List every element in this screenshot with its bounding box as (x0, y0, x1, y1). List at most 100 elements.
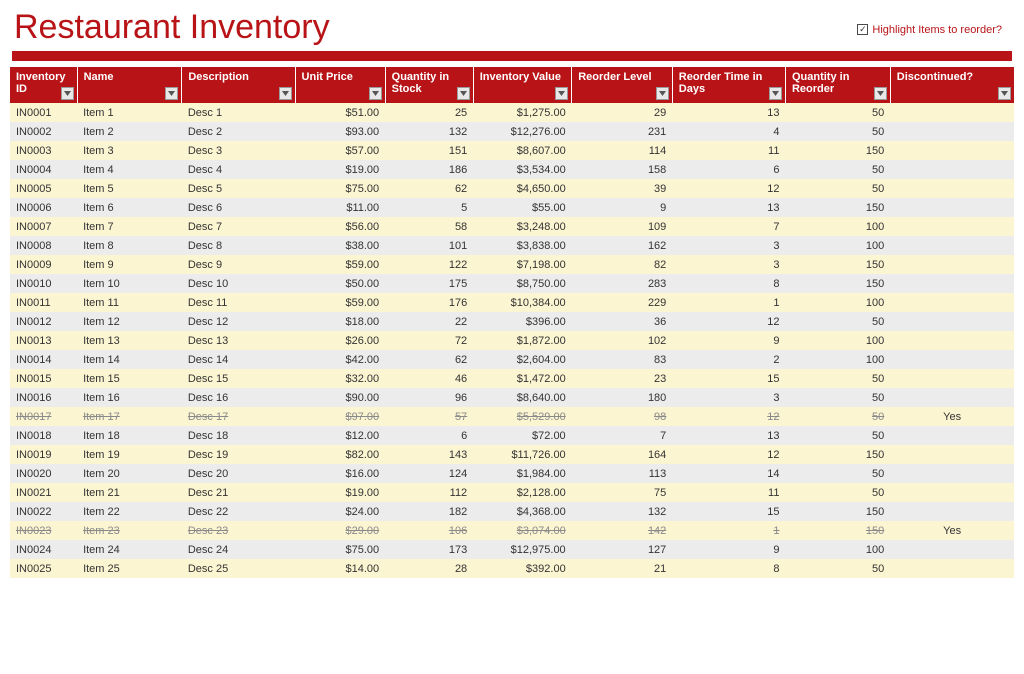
cell-rl: 75 (572, 483, 673, 502)
cell-desc: Desc 2 (182, 122, 295, 141)
table-row[interactable]: IN0016Item 16Desc 16$90.0096$8,640.00180… (10, 388, 1014, 407)
cell-desc: Desc 13 (182, 331, 295, 350)
cell-rt: 13 (672, 103, 785, 122)
cell-name: Item 19 (77, 445, 182, 464)
cell-iv: $7,198.00 (473, 255, 572, 274)
cell-iv: $2,604.00 (473, 350, 572, 369)
cell-desc: Desc 9 (182, 255, 295, 274)
cell-desc: Desc 20 (182, 464, 295, 483)
filter-dropdown-icon[interactable] (165, 87, 178, 100)
table-row[interactable]: IN0006Item 6Desc 6$11.005$55.00913150 (10, 198, 1014, 217)
cell-desc: Desc 11 (182, 293, 295, 312)
filter-dropdown-icon[interactable] (457, 87, 470, 100)
table-row[interactable]: IN0008Item 8Desc 8$38.00101$3,838.001623… (10, 236, 1014, 255)
cell-rt: 8 (672, 274, 785, 293)
cell-qr: 100 (785, 217, 890, 236)
cell-dc (890, 464, 1014, 483)
cell-rt: 3 (672, 255, 785, 274)
cell-up: $11.00 (295, 198, 385, 217)
cell-name: Item 1 (77, 103, 182, 122)
cell-qs: 22 (385, 312, 473, 331)
cell-qs: 46 (385, 369, 473, 388)
cell-rt: 12 (672, 445, 785, 464)
cell-dc (890, 217, 1014, 236)
table-row[interactable]: IN0003Item 3Desc 3$57.00151$8,607.001141… (10, 141, 1014, 160)
cell-rt: 11 (672, 483, 785, 502)
cell-rt: 9 (672, 331, 785, 350)
table-row[interactable]: IN0024Item 24Desc 24$75.00173$12,975.001… (10, 540, 1014, 559)
cell-up: $51.00 (295, 103, 385, 122)
column-header-qs: Quantity in Stock (385, 67, 473, 103)
filter-dropdown-icon[interactable] (874, 87, 887, 100)
filter-dropdown-icon[interactable] (656, 87, 669, 100)
table-row[interactable]: IN0022Item 22Desc 22$24.00182$4,368.0013… (10, 502, 1014, 521)
cell-rl: 162 (572, 236, 673, 255)
table-row[interactable]: IN0012Item 12Desc 12$18.0022$396.0036125… (10, 312, 1014, 331)
cell-desc: Desc 12 (182, 312, 295, 331)
cell-dc (890, 426, 1014, 445)
cell-rl: 7 (572, 426, 673, 445)
cell-dc (890, 559, 1014, 578)
cell-qr: 50 (785, 122, 890, 141)
table-row[interactable]: IN0001Item 1Desc 1$51.0025$1,275.0029135… (10, 103, 1014, 122)
table-row[interactable]: IN0010Item 10Desc 10$50.00175$8,750.0028… (10, 274, 1014, 293)
cell-name: Item 3 (77, 141, 182, 160)
cell-desc: Desc 14 (182, 350, 295, 369)
column-header-name: Name (77, 67, 182, 103)
filter-dropdown-icon[interactable] (998, 87, 1011, 100)
table-row[interactable]: IN0011Item 11Desc 11$59.00176$10,384.002… (10, 293, 1014, 312)
filter-dropdown-icon[interactable] (555, 87, 568, 100)
cell-qr: 50 (785, 103, 890, 122)
cell-id: IN0025 (10, 559, 77, 578)
cell-iv: $392.00 (473, 559, 572, 578)
table-row[interactable]: IN0002Item 2Desc 2$93.00132$12,276.00231… (10, 122, 1014, 141)
cell-rt: 15 (672, 369, 785, 388)
cell-dc (890, 179, 1014, 198)
table-row[interactable]: IN0019Item 19Desc 19$82.00143$11,726.001… (10, 445, 1014, 464)
cell-iv: $396.00 (473, 312, 572, 331)
table-row[interactable]: IN0015Item 15Desc 15$32.0046$1,472.00231… (10, 369, 1014, 388)
table-row[interactable]: IN0017Item 17Desc 17$97.0057$5,529.00981… (10, 407, 1014, 426)
cell-id: IN0013 (10, 331, 77, 350)
cell-name: Item 5 (77, 179, 182, 198)
table-row[interactable]: IN0020Item 20Desc 20$16.00124$1,984.0011… (10, 464, 1014, 483)
cell-up: $75.00 (295, 540, 385, 559)
table-row[interactable]: IN0023Item 23Desc 23$29.00106$3,074.0014… (10, 521, 1014, 540)
filter-dropdown-icon[interactable] (769, 87, 782, 100)
cell-rl: 36 (572, 312, 673, 331)
cell-dc (890, 293, 1014, 312)
cell-name: Item 18 (77, 426, 182, 445)
cell-rl: 114 (572, 141, 673, 160)
cell-id: IN0019 (10, 445, 77, 464)
cell-rt: 12 (672, 312, 785, 331)
cell-up: $75.00 (295, 179, 385, 198)
cell-id: IN0002 (10, 122, 77, 141)
cell-rt: 2 (672, 350, 785, 369)
cell-up: $50.00 (295, 274, 385, 293)
cell-qs: 132 (385, 122, 473, 141)
cell-qr: 150 (785, 141, 890, 160)
cell-up: $90.00 (295, 388, 385, 407)
cell-iv: $3,074.00 (473, 521, 572, 540)
table-row[interactable]: IN0025Item 25Desc 25$14.0028$392.0021850 (10, 559, 1014, 578)
cell-qs: 5 (385, 198, 473, 217)
cell-qr: 50 (785, 426, 890, 445)
filter-dropdown-icon[interactable] (279, 87, 292, 100)
cell-id: IN0010 (10, 274, 77, 293)
table-row[interactable]: IN0021Item 21Desc 21$19.00112$2,128.0075… (10, 483, 1014, 502)
cell-name: Item 16 (77, 388, 182, 407)
table-row[interactable]: IN0007Item 7Desc 7$56.0058$3,248.0010971… (10, 217, 1014, 236)
cell-dc (890, 236, 1014, 255)
filter-dropdown-icon[interactable] (61, 87, 74, 100)
cell-rt: 7 (672, 217, 785, 236)
table-row[interactable]: IN0014Item 14Desc 14$42.0062$2,604.00832… (10, 350, 1014, 369)
cell-id: IN0001 (10, 103, 77, 122)
highlight-reorder-toggle[interactable]: ✓ Highlight Items to reorder? (857, 24, 1002, 36)
table-row[interactable]: IN0004Item 4Desc 4$19.00186$3,534.001586… (10, 160, 1014, 179)
table-row[interactable]: IN0013Item 13Desc 13$26.0072$1,872.00102… (10, 331, 1014, 350)
table-row[interactable]: IN0018Item 18Desc 18$12.006$72.0071350 (10, 426, 1014, 445)
filter-dropdown-icon[interactable] (369, 87, 382, 100)
cell-dc (890, 502, 1014, 521)
table-row[interactable]: IN0005Item 5Desc 5$75.0062$4,650.0039125… (10, 179, 1014, 198)
table-row[interactable]: IN0009Item 9Desc 9$59.00122$7,198.008231… (10, 255, 1014, 274)
